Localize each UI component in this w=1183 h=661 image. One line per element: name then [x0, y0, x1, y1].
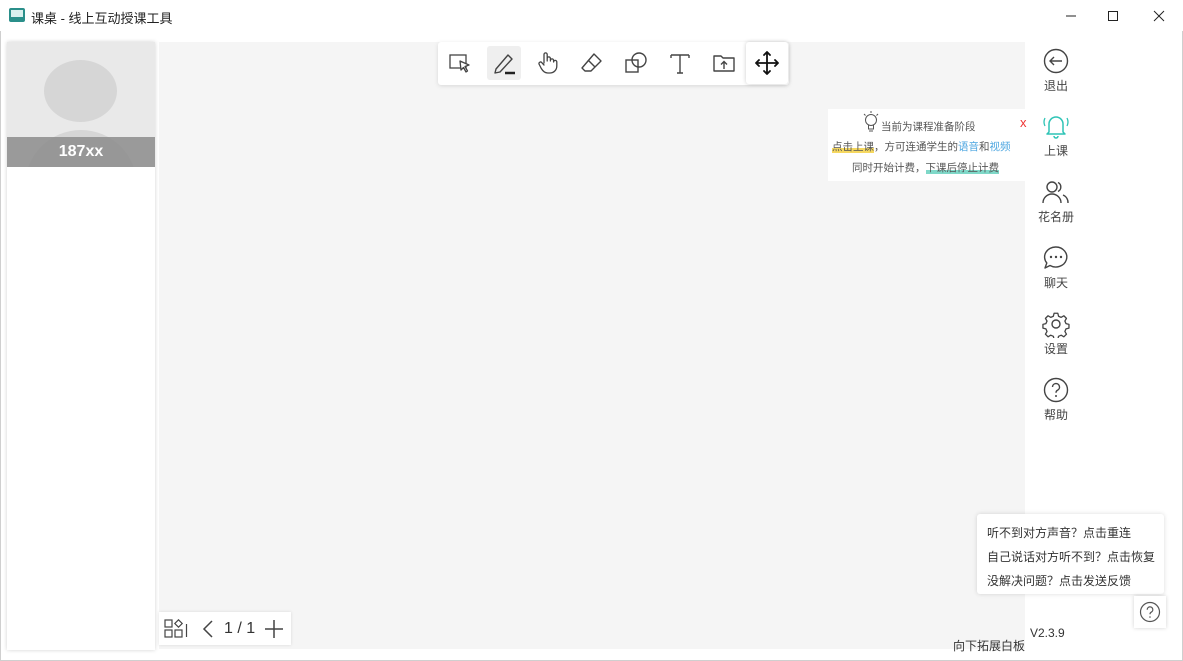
hand-tool-button[interactable] [531, 46, 565, 80]
sidebar-item-roster[interactable]: 花名册 [1030, 178, 1082, 234]
page-control: 1 / 1 [159, 612, 291, 645]
avatar-head [44, 60, 117, 122]
expand-board-button[interactable]: 向下拓展白板 [953, 637, 1025, 654]
close-icon [1153, 10, 1165, 21]
select-icon [449, 54, 470, 73]
title-bar: 课桌 - 线上互动授课工具 [0, 0, 1183, 31]
window-title: 课桌 - 线上互动授课工具 [31, 11, 173, 26]
troubleshoot-popup: 听不到对方声音？点击重连 自己说话对方听不到？点击恢复 没解决问题？点击发送反馈 [977, 514, 1164, 594]
notice-start-class: 点击上课 [832, 141, 874, 153]
sidebar-item-settings[interactable]: 设置 [1030, 310, 1082, 366]
restore-mic-link[interactable]: 自己说话对方听不到？点击恢复 [987, 548, 1155, 565]
sidebar-item-start-class[interactable]: 上课 [1030, 112, 1082, 168]
notice-line-2: 点击上课，方可连通学生的语音和视频 [828, 139, 1025, 154]
sidebar-label-start-class: 上课 [1043, 144, 1068, 158]
select-tool-button[interactable] [443, 46, 477, 80]
maximize-button[interactable] [1090, 0, 1136, 31]
add-page-button[interactable] [263, 612, 285, 645]
sidebar-label-chat: 聊天 [1043, 276, 1068, 290]
gear-icon [1042, 312, 1070, 338]
move-tool-button[interactable] [746, 42, 788, 84]
sidebar-item-help[interactable]: 帮助 [1030, 376, 1082, 432]
page-thumbnails-button[interactable] [164, 612, 188, 645]
student-name: 187xx [7, 137, 155, 167]
class-prep-notice: 当前为课程准备阶段 点击上课，方可连通学生的语音和视频 同时开始计费，下课后停止… [828, 109, 1027, 181]
troubleshoot-help-button[interactable] [1134, 596, 1166, 628]
hand-icon [538, 52, 558, 74]
chevron-left-icon [202, 619, 213, 638]
eraser-icon [581, 53, 602, 72]
app-logo-icon [9, 8, 25, 22]
sidebar-item-chat[interactable]: 聊天 [1030, 244, 1082, 300]
notice-video: 视频 [989, 141, 1011, 153]
close-button[interactable] [1136, 0, 1182, 31]
maximize-icon [1108, 10, 1118, 21]
chat-icon [1043, 246, 1068, 269]
bell-icon [1043, 116, 1069, 139]
notice-line-1: 当前为课程准备阶段 [881, 121, 976, 133]
grid-icon [164, 618, 188, 638]
text-tool-button[interactable] [663, 46, 697, 80]
upload-file-icon [713, 55, 735, 72]
pen-icon [494, 54, 515, 75]
notice-text: ，方可连通学生的 [874, 141, 958, 153]
notice-line-3: 同时开始计费，下课后停止计费 [828, 160, 1025, 175]
student-video[interactable]: 187xx [7, 42, 155, 167]
upload-file-button[interactable] [707, 46, 741, 80]
sidebar-label-settings: 设置 [1043, 342, 1068, 356]
minimize-icon [1066, 15, 1076, 16]
sidebar-item-exit[interactable]: 退出 [1030, 47, 1082, 103]
shape-tool-button[interactable] [619, 46, 653, 80]
shapes-icon [625, 52, 647, 73]
notice-stop-billing: 下课后停止计费 [925, 162, 999, 174]
notice-billing: 同时开始计费， [852, 162, 926, 174]
prev-page-button[interactable] [201, 612, 215, 645]
reconnect-audio-link[interactable]: 听不到对方声音？点击重连 [987, 524, 1131, 541]
video-panel: 187xx [7, 42, 155, 650]
text-icon [670, 54, 690, 74]
pen-tool-button[interactable] [487, 46, 521, 80]
roster-icon [1042, 181, 1069, 204]
eraser-tool-button[interactable] [575, 46, 609, 80]
send-feedback-link[interactable]: 没解决问题？点击发送反馈 [987, 572, 1131, 589]
version-label: V2.3.9 [1030, 626, 1065, 640]
exit-icon [1043, 48, 1069, 74]
sidebar-label-exit: 退出 [1043, 79, 1068, 93]
page-indicator: 1 / 1 [224, 619, 256, 637]
sidebar-label-help: 帮助 [1043, 408, 1068, 422]
sidebar-label-roster: 花名册 [1037, 210, 1074, 224]
notice-voice: 语音 [958, 141, 979, 153]
plus-icon [265, 619, 283, 638]
help-icon [1043, 377, 1069, 403]
minimize-button[interactable] [1048, 0, 1094, 31]
notice-close-button[interactable]: x [1020, 115, 1027, 130]
move-icon [755, 51, 779, 75]
drawing-toolbar [438, 42, 789, 85]
question-icon [1139, 601, 1161, 623]
notice-and: 和 [979, 141, 990, 153]
